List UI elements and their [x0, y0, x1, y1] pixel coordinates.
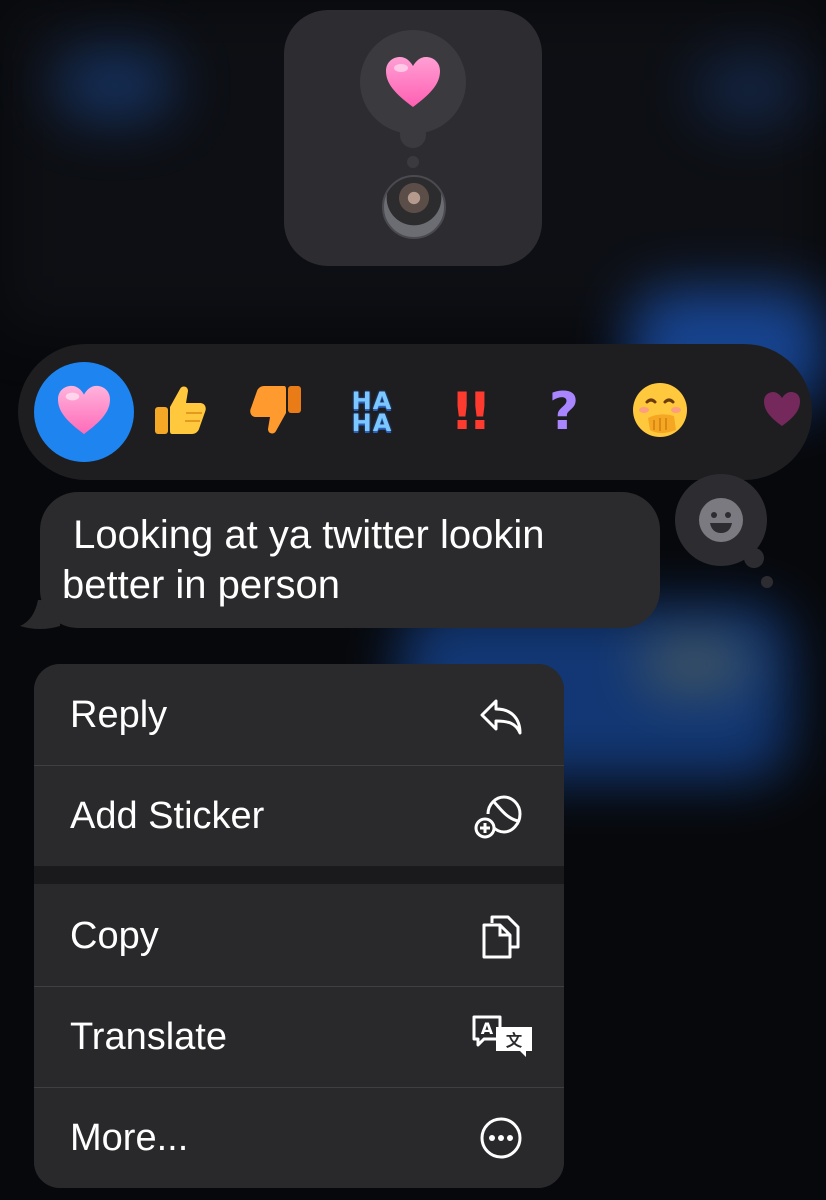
- thumbs-up-icon: [152, 383, 208, 442]
- tapback-more-emoji[interactable]: [762, 344, 812, 480]
- avatar[interactable]: [382, 175, 446, 239]
- question-icon: ?: [548, 382, 580, 442]
- tapback-thumbs-down[interactable]: [236, 344, 316, 480]
- menu-item-translate[interactable]: Translate A 文: [34, 987, 564, 1087]
- background-blur: [640, 640, 750, 690]
- menu-item-copy[interactable]: Copy: [34, 886, 564, 986]
- pink-heart-icon: [360, 30, 466, 134]
- reply-icon: [480, 699, 522, 735]
- haha-icon: HA HA: [351, 387, 393, 437]
- background-blur: [55, 50, 175, 120]
- tapback-bar: HA HA !! ?: [18, 344, 812, 480]
- menu-item-label: Add Sticker: [70, 795, 265, 837]
- menu-item-add-sticker[interactable]: Add Sticker: [34, 766, 564, 866]
- reaction-bubble: [360, 30, 466, 134]
- hand-over-mouth-emoji-icon: [630, 380, 690, 445]
- add-reaction-tail: [761, 576, 773, 588]
- background-blur: [695, 55, 805, 125]
- heart-icon: [55, 384, 113, 441]
- message-bubble[interactable]: Looking at ya twitter lookin better in p…: [40, 492, 660, 628]
- menu-item-more[interactable]: More...: [34, 1088, 564, 1188]
- tapback-haha[interactable]: HA HA: [332, 344, 412, 480]
- context-menu: Reply Add Sticker Copy Translate A 文 Mor…: [34, 664, 564, 1188]
- copy-icon: [482, 915, 520, 959]
- message-text: Looking at ya twitter lookin better in p…: [62, 513, 545, 607]
- more-icon: [480, 1117, 522, 1159]
- smiley-icon: [699, 498, 743, 542]
- menu-item-reply[interactable]: Reply: [34, 665, 564, 765]
- tapback-exclamation[interactable]: !!: [428, 344, 508, 480]
- reaction-bubble-tail: [400, 122, 426, 148]
- translate-icon: A 文: [472, 1015, 532, 1057]
- menu-group-separator: [34, 866, 564, 884]
- reaction-detail-card: [284, 10, 542, 266]
- menu-item-label: Copy: [70, 915, 159, 957]
- tapback-heart[interactable]: [44, 344, 124, 480]
- purple-heart-icon: [762, 390, 802, 435]
- menu-item-label: Reply: [70, 694, 168, 736]
- thumbs-down-icon: [248, 383, 304, 442]
- reaction-bubble-tail: [407, 156, 419, 168]
- exclamation-icon: !!: [450, 382, 492, 442]
- add-sticker-icon: [474, 795, 522, 839]
- tapback-emoji[interactable]: [620, 344, 700, 480]
- menu-item-label: More...: [70, 1117, 189, 1159]
- menu-item-label: Translate: [70, 1016, 227, 1058]
- svg-text:文: 文: [506, 1031, 523, 1050]
- svg-text:A: A: [481, 1019, 494, 1038]
- tapback-thumbs-up[interactable]: [140, 344, 220, 480]
- tapback-question[interactable]: ?: [524, 344, 604, 480]
- add-reaction-tail: [744, 548, 764, 568]
